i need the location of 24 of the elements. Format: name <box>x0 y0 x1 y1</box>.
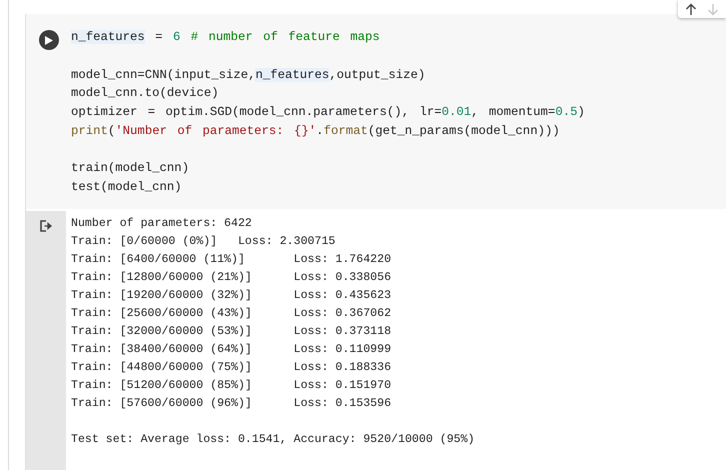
output-line: Train: [44800/60000 (75%)] Loss: 0.188336 <box>71 360 392 376</box>
output-line: Train: [51200/60000 (85%)] Loss: 0.151970 <box>71 378 392 394</box>
code-line: train(model_cnn) <box>71 160 190 178</box>
output-line: Train: [12800/60000 (21%)] Loss: 0.338056 <box>71 270 392 286</box>
code-line: test(model_cnn) <box>71 179 183 196</box>
output-line: Train: [25600/60000 (43%)] Loss: 0.367062 <box>71 306 392 322</box>
code-line: model_cnn=CNN(input_size,n_features,output_size) <box>71 66 426 84</box>
code-line: print('Number of parameters: {}'.format(get_n_params(model_cnn))) <box>71 122 561 140</box>
play-icon <box>44 36 52 44</box>
down-arrow-icon <box>707 2 719 16</box>
output-line: Train: [6400/60000 (11%)] Loss: 1.764220 <box>71 252 392 268</box>
output-line: Train: [32000/60000 (53%)] Loss: 0.373118 <box>71 324 392 340</box>
output-line: Train: [0/60000 (0%)] Loss: 2.300715 <box>71 234 336 250</box>
output-line: Train: [19200/60000 (32%)] Loss: 0.435623 <box>71 288 392 304</box>
output-icon[interactable] <box>40 220 52 232</box>
code-line: model_cnn.to(device) <box>71 85 220 102</box>
run-button[interactable] <box>38 30 58 50</box>
output-line: Train: [38400/60000 (64%)] Loss: 0.110999 <box>71 342 392 358</box>
output-line: Test set: Average loss: 0.1541, Accuracy: 9520/10000 (95%) <box>71 432 475 448</box>
output-line: Number of parameters: 6422 <box>71 216 253 232</box>
code-line: n_features = 6 # number of feature maps <box>71 29 381 46</box>
up-arrow-icon <box>685 2 697 16</box>
code-line: optimizer = optim.SGD(model_cnn.parameters(), lr=0.01, momentum=0.5) <box>71 104 585 122</box>
output-line: Train: [57600/60000 (96%)] Loss: 0.153596 <box>71 396 392 412</box>
